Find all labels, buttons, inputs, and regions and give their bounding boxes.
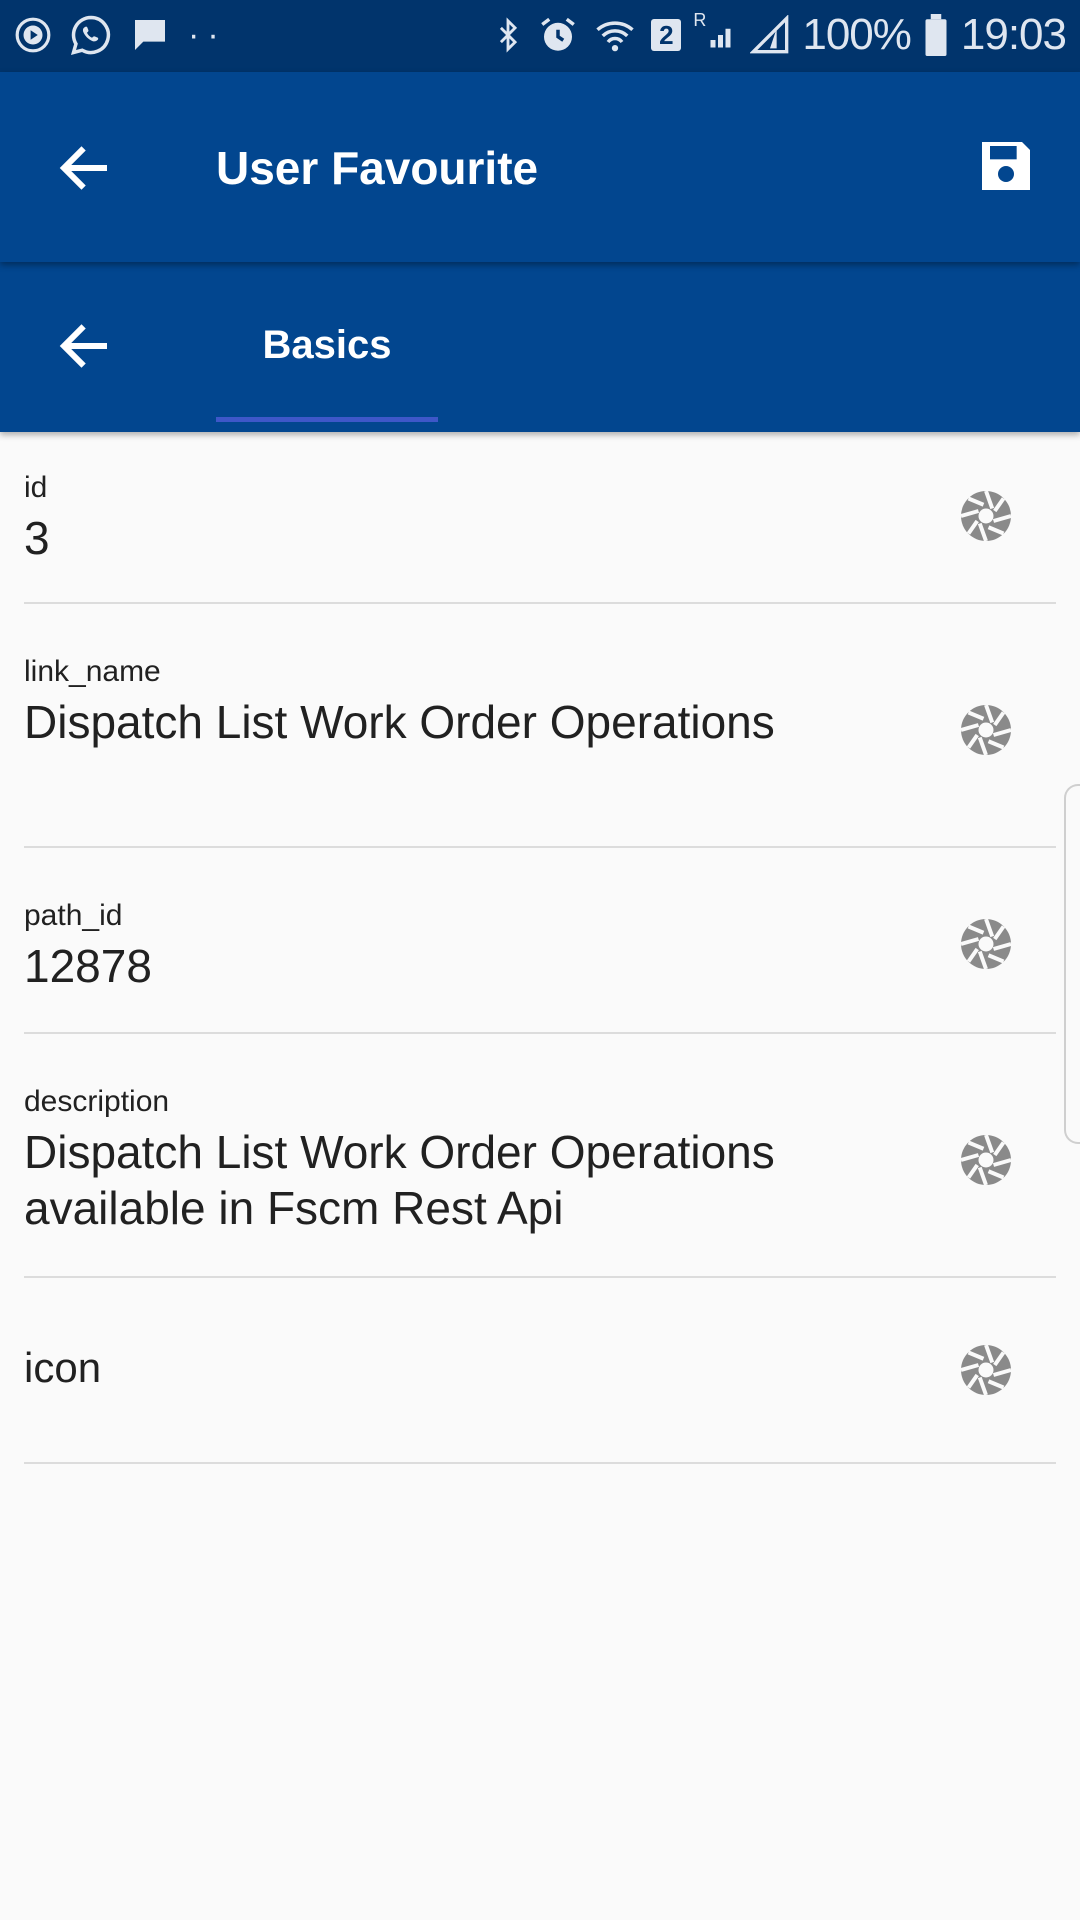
status-bar: ·· 2 R 100% 19:03 xyxy=(0,0,1080,72)
back-button[interactable] xyxy=(54,138,114,198)
tab-back-button[interactable] xyxy=(54,316,114,376)
field-value: Dispatch List Work Order Operations xyxy=(24,696,775,748)
camera-aperture-icon[interactable] xyxy=(956,700,1016,760)
camera-aperture-icon[interactable] xyxy=(956,914,1016,974)
floppy-disk-icon xyxy=(982,142,1030,190)
app-bar: User Favourite xyxy=(0,72,1080,262)
signal-sim2-icon xyxy=(750,15,789,54)
tab-active-indicator xyxy=(216,417,438,422)
save-button[interactable] xyxy=(974,134,1038,198)
field-description[interactable]: description Dispatch List Work Order Ope… xyxy=(24,1034,1056,1278)
field-label: description xyxy=(24,1085,170,1118)
field-value: 12878 xyxy=(24,940,152,992)
field-link-name[interactable]: link_name Dispatch List Work Order Opera… xyxy=(24,604,1056,848)
edge-panel-handle[interactable] xyxy=(1064,784,1080,1144)
battery-percent: 100% xyxy=(802,10,912,59)
bluetooth-icon xyxy=(500,17,518,53)
arrow-left-icon xyxy=(59,146,107,190)
tab-basics[interactable]: Basics xyxy=(216,262,438,432)
camera-aperture-icon[interactable] xyxy=(956,1130,1016,1190)
signal-icon xyxy=(710,28,731,48)
wifi-icon xyxy=(596,21,635,52)
field-label: path_id xyxy=(24,899,123,932)
roaming-indicator: R xyxy=(693,10,707,30)
clock: 19:03 xyxy=(960,10,1067,59)
sim-badge: 2 xyxy=(651,19,682,51)
battery-icon xyxy=(925,14,947,56)
camera-aperture-icon[interactable] xyxy=(956,486,1016,546)
more-notifications-indicator: ·· xyxy=(188,15,227,54)
page-title: User Favourite xyxy=(216,142,539,194)
field-path-id[interactable]: path_id 12878 xyxy=(24,848,1056,1034)
message-icon xyxy=(135,20,165,50)
field-list: id 3 link_name Dispatch List Work Order … xyxy=(24,432,1056,1464)
alarm-icon xyxy=(541,17,576,51)
field-value: icon xyxy=(24,1344,102,1391)
camera-aperture-icon[interactable] xyxy=(956,1340,1016,1400)
whatsapp-icon xyxy=(70,15,111,55)
field-icon[interactable]: icon xyxy=(24,1278,1056,1464)
tab-bar: Basics xyxy=(0,262,1080,432)
arrow-left-icon xyxy=(59,324,107,368)
field-value: 3 xyxy=(24,512,50,564)
field-label: id xyxy=(24,471,48,504)
tab-label: Basics xyxy=(262,323,392,367)
field-id[interactable]: id 3 xyxy=(24,432,1056,604)
play-circle-icon xyxy=(15,17,51,53)
field-value: Dispatch List Work Order Operations avai… xyxy=(24,1126,775,1234)
field-label: link_name xyxy=(24,655,161,688)
